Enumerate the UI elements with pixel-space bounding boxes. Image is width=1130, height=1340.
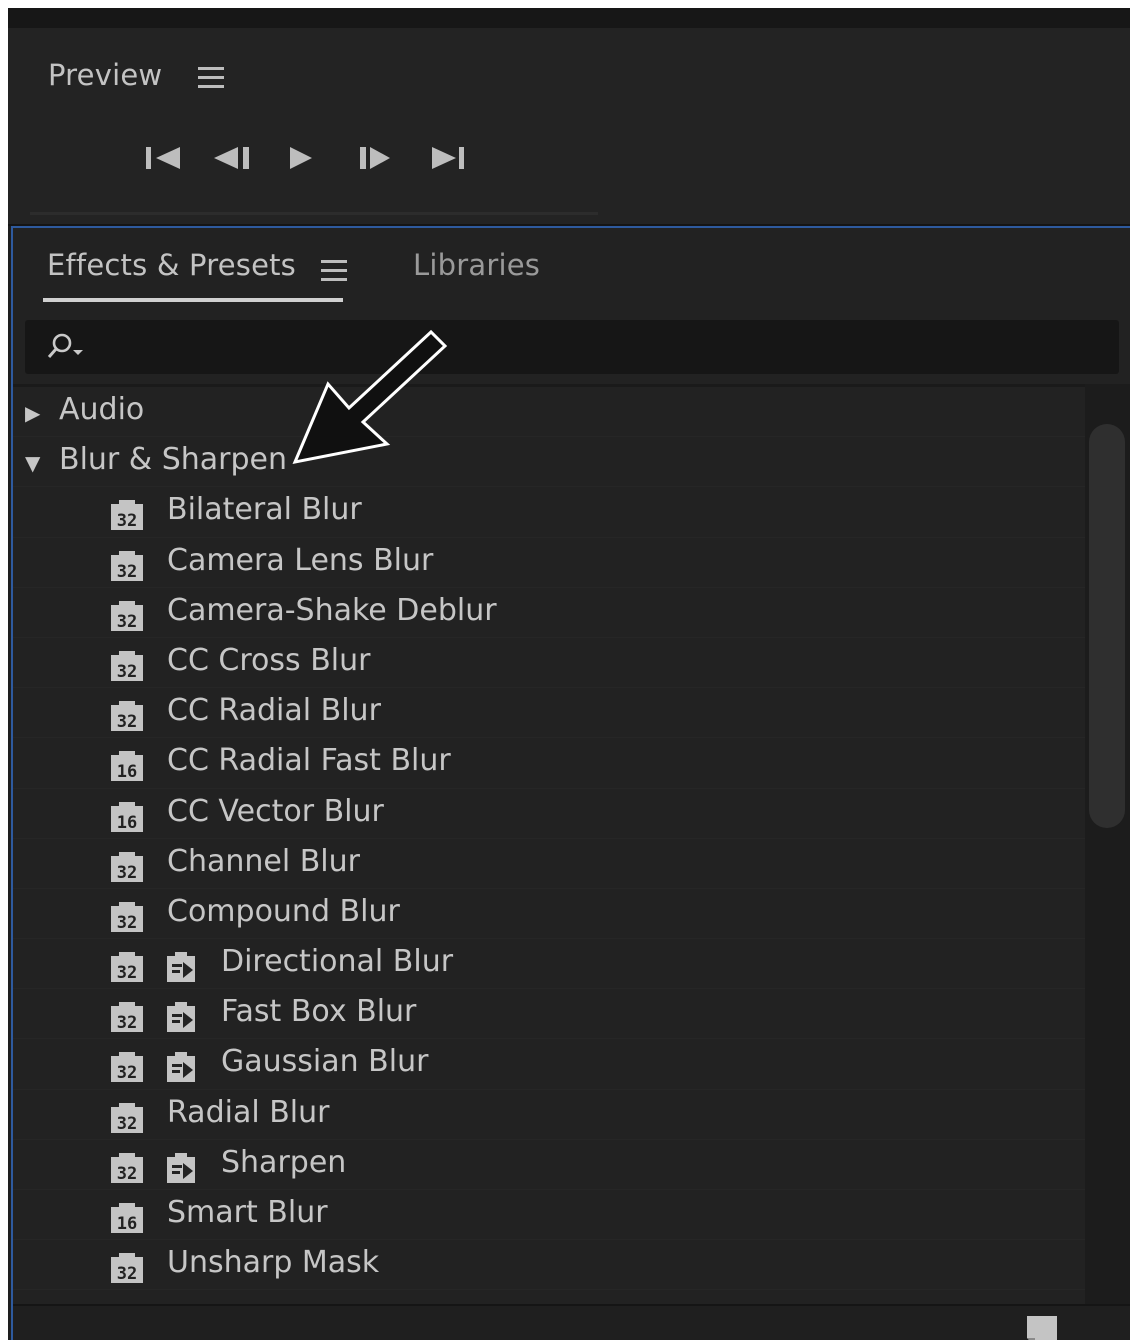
svg-text:32: 32	[117, 562, 137, 582]
effect-label: Fast Box Blur	[221, 994, 417, 1030]
category-label: Audio	[59, 392, 145, 427]
svg-text:32: 32	[117, 1164, 137, 1184]
effects-tree: ▶ Audio ▼ Blur & Sharpen 32 Bilateral Blur 32 C…	[13, 384, 1085, 1307]
svg-text:32: 32	[117, 612, 137, 632]
effect-row[interactable]: 32 CC Radial Blur	[13, 688, 1085, 739]
window-topbar	[8, 8, 1130, 28]
effect-row[interactable]: 32 Gaussian Blur	[13, 1039, 1085, 1090]
svg-text:32: 32	[117, 712, 137, 732]
bit-depth-16-icon: 16	[111, 801, 143, 833]
effects-search-input[interactable]	[25, 320, 1119, 374]
category-label: Blur & Sharpen	[59, 442, 288, 478]
svg-text:16: 16	[117, 1214, 137, 1234]
preview-divider	[30, 212, 598, 215]
next-frame-icon[interactable]	[360, 147, 390, 169]
new-bin-icon[interactable]	[1023, 1312, 1061, 1340]
bit-depth-32-icon: 32	[111, 1253, 143, 1284]
effect-label: Compound Blur	[167, 893, 400, 929]
effect-row[interactable]: 32 Fast Box Blur	[13, 989, 1085, 1040]
effect-label: Camera Lens Blur	[167, 542, 434, 578]
effect-label: CC Radial Blur	[167, 693, 381, 729]
svg-text:16: 16	[117, 813, 137, 833]
bit-depth-16-icon: 16	[111, 751, 143, 782]
preview-panel-title[interactable]: Preview	[48, 58, 162, 92]
last-frame-icon[interactable]	[432, 147, 464, 169]
gpu-accelerated-icon	[167, 952, 195, 983]
bit-depth-32-icon: 32	[111, 550, 143, 582]
scrollbar-thumb[interactable]	[1089, 424, 1125, 828]
effect-label: CC Cross Blur	[167, 642, 371, 678]
bit-depth-32-icon: 32	[111, 851, 143, 883]
svg-text:32: 32	[117, 511, 137, 531]
effect-label: Smart Blur	[167, 1195, 328, 1230]
effect-row[interactable]: 32 Radial Blur	[13, 1090, 1085, 1140]
effect-row[interactable]: 32 Bilateral Blur	[13, 487, 1085, 538]
bit-depth-32-icon: 32	[111, 600, 143, 632]
disclosure-expanded-icon[interactable]: ▼	[25, 451, 40, 475]
effects-panel-menu-icon[interactable]	[321, 260, 347, 282]
play-icon[interactable]	[290, 147, 312, 169]
svg-text:32: 32	[117, 863, 137, 883]
previous-frame-icon[interactable]	[214, 147, 249, 169]
svg-text:32: 32	[117, 1114, 137, 1134]
svg-text:16: 16	[117, 762, 137, 782]
gpu-accelerated-icon	[167, 1052, 195, 1083]
preview-panel-menu-icon[interactable]	[198, 67, 224, 89]
effect-row[interactable]: 32 Channel Blur	[13, 839, 1085, 889]
preview-panel: Preview	[8, 28, 1130, 224]
effect-row[interactable]: 32 CC Cross Blur	[13, 638, 1085, 689]
effect-row[interactable]: 16 CC Radial Fast Blur	[13, 738, 1085, 789]
svg-text:32: 32	[117, 963, 137, 983]
effect-label: CC Radial Fast Blur	[167, 743, 451, 779]
bit-depth-32-icon: 32	[111, 701, 143, 732]
bit-depth-32-icon: 32	[111, 952, 143, 983]
effect-row[interactable]: 32 Directional Blur	[13, 939, 1085, 990]
effect-label: Directional Blur	[221, 944, 454, 980]
effect-label: CC Vector Blur	[167, 793, 384, 829]
effect-row[interactable]: 32 Compound Blur	[13, 889, 1085, 940]
gpu-accelerated-icon	[167, 1002, 195, 1033]
tree-category-row[interactable]: ▶ Audio	[13, 387, 1085, 438]
bit-depth-32-icon: 32	[111, 1102, 143, 1134]
app-frame: Preview Effects & Presets Libraries ▶ Au…	[8, 8, 1130, 1340]
panel-footer	[13, 1304, 1130, 1340]
svg-text:32: 32	[117, 1264, 137, 1284]
effects-presets-panel: Effects & Presets Libraries ▶ Audio ▼ Blur …	[11, 226, 1130, 1340]
bit-depth-32-icon: 32	[111, 1052, 143, 1083]
effect-label: Sharpen	[221, 1144, 347, 1180]
effect-row[interactable]: 32 Sharpen	[13, 1140, 1085, 1190]
callout-arrow-icon	[292, 329, 448, 465]
search-icon[interactable]	[45, 332, 89, 362]
effect-label: Unsharp Mask	[167, 1245, 380, 1281]
svg-text:32: 32	[117, 1063, 137, 1083]
bit-depth-16-icon: 16	[111, 1203, 143, 1234]
effect-label: Camera-Shake Deblur	[167, 592, 497, 628]
effect-label: Bilateral Blur	[167, 492, 362, 528]
transport-controls	[146, 147, 464, 169]
svg-text:32: 32	[117, 1013, 137, 1033]
effect-row[interactable]: 16 Smart Blur	[13, 1190, 1085, 1241]
effect-row[interactable]: 32 Unsharp Mask	[13, 1240, 1085, 1291]
tab-libraries[interactable]: Libraries	[413, 248, 540, 282]
active-tab-underline	[43, 298, 343, 302]
effect-label: Channel Blur	[167, 843, 360, 879]
tab-effects-presets[interactable]: Effects & Presets	[47, 248, 296, 282]
effect-label: Gaussian Blur	[221, 1044, 429, 1080]
gpu-accelerated-icon	[167, 1152, 195, 1183]
bit-depth-32-icon: 32	[111, 650, 143, 682]
first-frame-icon[interactable]	[146, 147, 180, 169]
tree-category-row[interactable]: ▼ Blur & Sharpen	[13, 437, 1085, 488]
effect-row[interactable]: 16 CC Vector Blur	[13, 789, 1085, 839]
disclosure-collapsed-icon[interactable]: ▶	[25, 401, 40, 425]
svg-text:32: 32	[117, 913, 137, 933]
effect-row[interactable]: 32 Camera Lens Blur	[13, 538, 1085, 588]
svg-text:32: 32	[117, 662, 137, 682]
bit-depth-32-icon: 32	[111, 901, 143, 933]
effect-label: Radial Blur	[167, 1094, 330, 1130]
effect-row[interactable]: 32 Camera-Shake Deblur	[13, 588, 1085, 638]
bit-depth-32-icon: 32	[111, 500, 143, 531]
bit-depth-32-icon: 32	[111, 1002, 143, 1033]
bit-depth-32-icon: 32	[111, 1152, 143, 1184]
